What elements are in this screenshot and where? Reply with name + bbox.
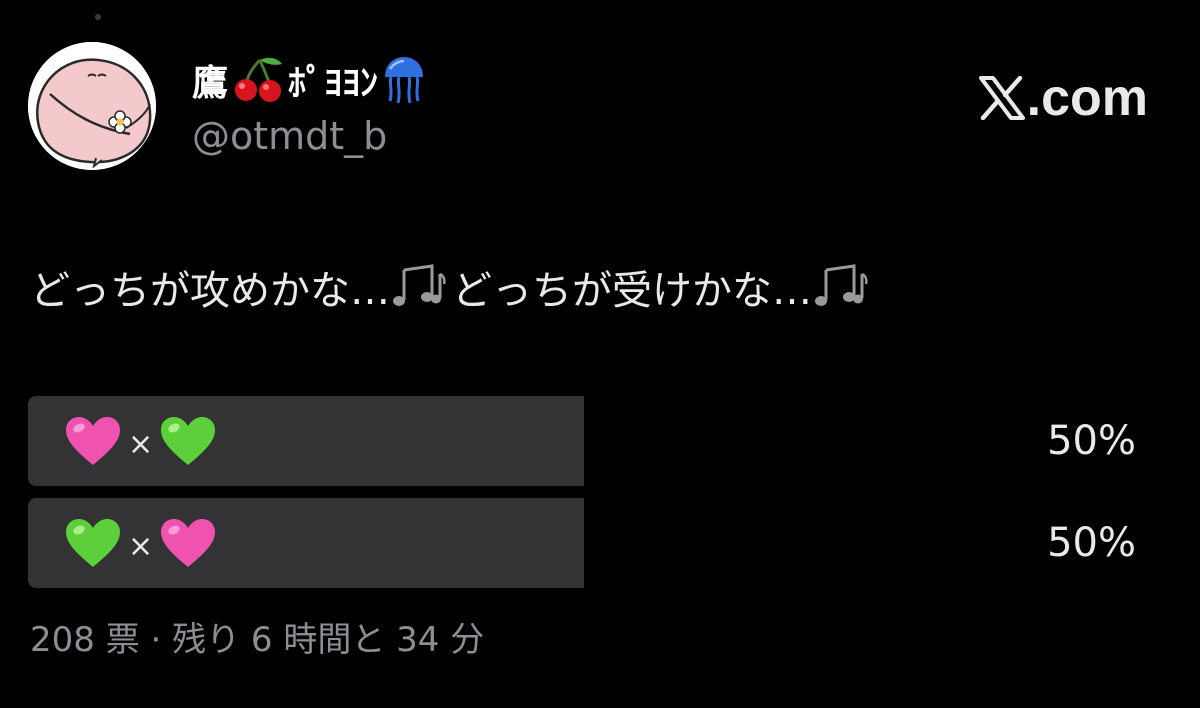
tweet-text: どっちが攻めかな… どっちが受けかな…	[30, 258, 874, 316]
poll-option-separator: ×	[128, 528, 154, 564]
avatar-image	[28, 42, 156, 170]
poll-option-percent: 50%	[1047, 520, 1136, 566]
site-brand-label: .com	[1026, 69, 1148, 127]
author-handle[interactable]: @otmdt_b	[192, 114, 387, 158]
poll-option[interactable]: × 50%	[28, 396, 1140, 486]
tweet-text-part: どっちが受けかな…	[452, 268, 812, 314]
author-name-part: ﾎﾟﾖﾖﾝ	[288, 63, 379, 104]
author-display-name[interactable]: 鷹 ﾎﾟﾖﾖﾝ	[192, 52, 426, 108]
poll-option-separator: ×	[128, 426, 154, 462]
site-brand: .com	[978, 68, 1148, 128]
author-name-part: 鷹	[192, 63, 229, 104]
pink-heart-icon	[64, 415, 122, 467]
cherries-icon	[232, 56, 284, 104]
poll-option-label: ×	[64, 498, 217, 588]
green-heart-icon	[64, 517, 122, 569]
music-notes-icon	[390, 264, 452, 310]
green-heart-icon	[159, 415, 217, 467]
poll-option[interactable]: × 50%	[28, 498, 1140, 588]
jellyfish-icon	[382, 55, 426, 105]
x-logo-icon	[978, 76, 1027, 120]
avatar[interactable]	[28, 42, 156, 170]
poll-footer: 208 票 · 残り 6 時間と 34 分	[30, 620, 485, 660]
poll-option-label: ×	[64, 396, 217, 486]
status-dot	[95, 14, 101, 20]
poll-option-percent: 50%	[1047, 418, 1136, 464]
tweet-text-part: どっちが攻めかな…	[30, 268, 390, 314]
pink-heart-icon	[159, 517, 217, 569]
music-notes-icon	[812, 264, 874, 310]
